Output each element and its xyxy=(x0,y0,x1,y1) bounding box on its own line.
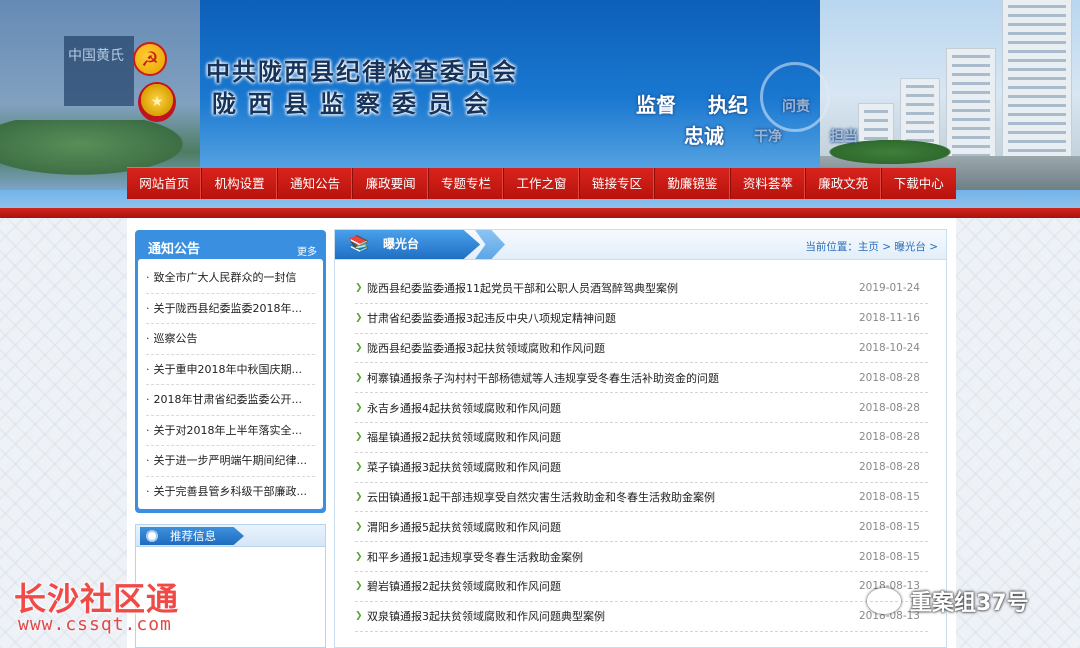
news-row[interactable]: ❯ 菜子镇通报3起扶贫领域腐败和作风问题 2018-08-28 xyxy=(355,453,928,483)
bullet-arrow-icon: ❯ xyxy=(355,342,363,353)
news-date: 2018-08-28 xyxy=(858,401,920,414)
nav-home[interactable]: 网站首页 xyxy=(127,168,203,199)
news-date: 2018-08-15 xyxy=(858,490,920,503)
news-row[interactable]: ❯ 陇西县纪委监委通报11起党员干部和公职人员酒驾醉驾典型案例 2019-01-24 xyxy=(355,274,928,304)
news-title[interactable]: 福星镇通报2起扶贫领域腐败和作风问题 xyxy=(367,429,852,445)
news-title[interactable]: 双泉镇通报3起扶贫领域腐败和作风问题典型案例 xyxy=(367,608,852,624)
header-divider xyxy=(0,208,1080,218)
bullet-arrow-icon: ❯ xyxy=(355,402,363,413)
nav-mirror[interactable]: 勤廉镜鉴 xyxy=(655,168,731,199)
bullet-arrow-icon: ❯ xyxy=(355,283,363,294)
news-row[interactable]: ❯ 柯寨镇通报条子沟村村干部杨德斌等人违规享受冬春生活补助资金的问题 2018-08… xyxy=(355,363,928,394)
news-title[interactable]: 碧岩镇通报2起扶贫领域腐败和作风问题 xyxy=(367,578,852,594)
news-title[interactable]: 甘肃省纪委监委通报3起违反中央八项规定精神问题 xyxy=(367,310,852,326)
national-emblem-icon: ★ xyxy=(138,82,176,122)
nav-links[interactable]: 链接专区 xyxy=(580,168,656,199)
news-date: 2019-01-24 xyxy=(858,282,920,295)
site-title-line1: 中共陇西县纪律检查委员会 xyxy=(206,57,518,86)
bullet-arrow-icon: ❯ xyxy=(355,611,363,622)
slogan-2: 执纪 xyxy=(708,93,748,117)
nav-special-topics[interactable]: 专题专栏 xyxy=(429,168,505,199)
news-row[interactable]: ❯ 甘肃省纪委监委通报3起违反中央八项规定精神问题 2018-11-16 xyxy=(355,304,928,334)
breadcrumb-end: > xyxy=(925,241,938,253)
bullet-arrow-icon: ❯ xyxy=(355,551,363,562)
breadcrumb-separator: > xyxy=(878,241,895,253)
bullet-arrow-icon: ❯ xyxy=(355,491,363,502)
news-title[interactable]: 菜子镇通报3起扶贫领域腐败和作风问题 xyxy=(367,459,852,475)
news-date: 2018-11-16 xyxy=(858,312,920,325)
news-title[interactable]: 云田镇通报1起干部违规享受自然灾害生活救助金和冬春生活救助金案例 xyxy=(367,489,852,505)
news-row[interactable]: ❯ 和平乡通报1起违规享受冬春生活救助金案例 2018-08-15 xyxy=(355,542,928,572)
breadcrumb: 当前位置：主页 > 曝光台 > xyxy=(805,239,938,254)
notice-header: 通知公告 更多 xyxy=(138,233,323,259)
news-row[interactable]: ❯ 碧岩镇通报2起扶贫领域腐败和作风问题 2018-08-13 xyxy=(355,572,928,602)
bullet-arrow-icon: ❯ xyxy=(355,521,363,532)
news-row[interactable]: ❯ 福星镇通报2起扶贫领域腐败和作风问题 2018-08-28 xyxy=(355,423,928,453)
slogan-4: 忠诚 xyxy=(684,124,724,148)
news-date: 2018-08-28 xyxy=(858,431,920,444)
exposure-panel: 曝光台 📚 当前位置：主页 > 曝光台 > ❯ 陇西县纪委监委通报11起党员干部和… xyxy=(334,229,947,648)
notice-title: 通知公告 xyxy=(148,242,201,257)
breadcrumb-current-link[interactable]: 曝光台 xyxy=(894,241,926,253)
notice-list: · 致全市广大人民群众的一封信 · 关于陇西县纪委监委2018年... · 巡察公告 … xyxy=(138,259,323,509)
notice-more-link[interactable]: 更多 xyxy=(297,243,317,258)
notice-item[interactable]: · 关于重申2018年中秋国庆期... xyxy=(146,355,315,385)
recommend-header: 推荐信息 xyxy=(136,525,325,547)
nav-work-window[interactable]: 工作之窗 xyxy=(504,168,580,199)
notice-item[interactable]: · 致全市广大人民群众的一封信 xyxy=(146,263,315,294)
news-date: 2018-08-15 xyxy=(858,520,920,533)
notice-item[interactable]: · 关于陇西县纪委监委2018年... xyxy=(146,294,315,324)
wechat-icon xyxy=(867,588,901,614)
news-row[interactable]: ❯ 永吉乡通报4起扶贫领域腐败和作风问题 2018-08-28 xyxy=(355,393,928,423)
book-icon: 📚 xyxy=(349,234,369,253)
notice-item[interactable]: · 巡察公告 xyxy=(146,324,315,355)
nav-literature[interactable]: 廉政文苑 xyxy=(806,168,882,199)
news-date: 2018-10-24 xyxy=(858,341,920,354)
news-list: ❯ 陇西县纪委监委通报11起党员干部和公职人员酒驾醉驾典型案例 2019-01-24… xyxy=(335,260,946,632)
watermark-account-name: 重案组37号 xyxy=(910,591,1029,616)
news-title[interactable]: 陇西县纪委监委通报3起扶贫领域腐败和作风问题 xyxy=(367,340,852,356)
news-row[interactable]: ❯ 陇西县纪委监委通报3起扶贫领域腐败和作风问题 2018-10-24 xyxy=(355,334,928,364)
bullet-arrow-icon: ❯ xyxy=(355,581,363,592)
nav-organization[interactable]: 机构设置 xyxy=(202,168,278,199)
nav-notices[interactable]: 通知公告 xyxy=(278,168,354,199)
slogan-1: 监督 xyxy=(636,93,676,117)
notice-item[interactable]: · 关于完善县管乡科级干部廉政... xyxy=(146,477,315,508)
news-title[interactable]: 陇西县纪委监委通报11起党员干部和公职人员酒驾醉驾典型案例 xyxy=(367,280,852,296)
notice-panel: 通知公告 更多 · 致全市广大人民群众的一封信 · 关于陇西县纪委监委2018年..… xyxy=(135,230,326,513)
breadcrumb-home-link[interactable]: 主页 xyxy=(858,241,879,253)
news-date: 2018-08-15 xyxy=(858,550,920,563)
news-title[interactable]: 和平乡通报1起违规享受冬春生活救助金案例 xyxy=(367,549,852,565)
notice-item[interactable]: · 关于进一步严明端午期间纪律... xyxy=(146,446,315,477)
slogan-6: 担当 xyxy=(830,129,858,145)
bullet-arrow-icon: ❯ xyxy=(355,462,363,473)
nav-news[interactable]: 廉政要闻 xyxy=(353,168,429,199)
nav-downloads[interactable]: 下载中心 xyxy=(882,168,956,199)
news-title[interactable]: 柯寨镇通报条子沟村村干部杨德斌等人违规享受冬春生活补助资金的问题 xyxy=(367,370,852,386)
recommend-circle-icon xyxy=(146,530,158,542)
bullet-arrow-icon: ❯ xyxy=(355,432,363,443)
nav-resources[interactable]: 资料荟萃 xyxy=(731,168,807,199)
news-title[interactable]: 渭阳乡通报5起扶贫领域腐败和作风问题 xyxy=(367,519,852,535)
news-row[interactable]: ❯ 云田镇通报1起干部违规享受自然灾害生活救助金和冬春生活救助金案例 2018-08… xyxy=(355,483,928,513)
news-row[interactable]: ❯ 渭阳乡通报5起扶贫领域腐败和作风问题 2018-08-15 xyxy=(355,512,928,543)
news-title[interactable]: 永吉乡通报4起扶贫领域腐败和作风问题 xyxy=(367,400,852,416)
slogan-5: 干净 xyxy=(754,129,782,145)
main-nav: 网站首页 机构设置 通知公告 廉政要闻 专题专栏 工作之窗 链接专区 勤廉镜鉴 … xyxy=(127,167,956,199)
notice-item[interactable]: · 2018年甘肃省纪委监委公开... xyxy=(146,385,315,416)
notice-item[interactable]: · 关于对2018年上半年落实全... xyxy=(146,416,315,446)
news-date: 2018-08-28 xyxy=(858,461,920,474)
bullet-arrow-icon: ❯ xyxy=(355,372,363,383)
slogan-3: 问责 xyxy=(782,99,810,115)
exposure-header: 曝光台 📚 当前位置：主页 > 曝光台 > xyxy=(335,230,946,260)
bullet-arrow-icon: ❯ xyxy=(355,313,363,324)
banner-street-photo xyxy=(820,0,1080,190)
news-date: 2018-08-28 xyxy=(858,371,920,384)
banner-building-sign: 中国黄氏 xyxy=(64,36,134,106)
watermark-url: www.cssqt.com xyxy=(18,614,172,635)
news-row[interactable]: ❯ 双泉镇通报3起扶贫领域腐败和作风问题典型案例 2018-08-13 xyxy=(355,602,928,632)
site-title-line2: 陇西县监察委员会 xyxy=(212,89,500,118)
breadcrumb-prefix: 当前位置： xyxy=(805,241,858,253)
party-emblem-icon: ☭ xyxy=(133,42,167,76)
